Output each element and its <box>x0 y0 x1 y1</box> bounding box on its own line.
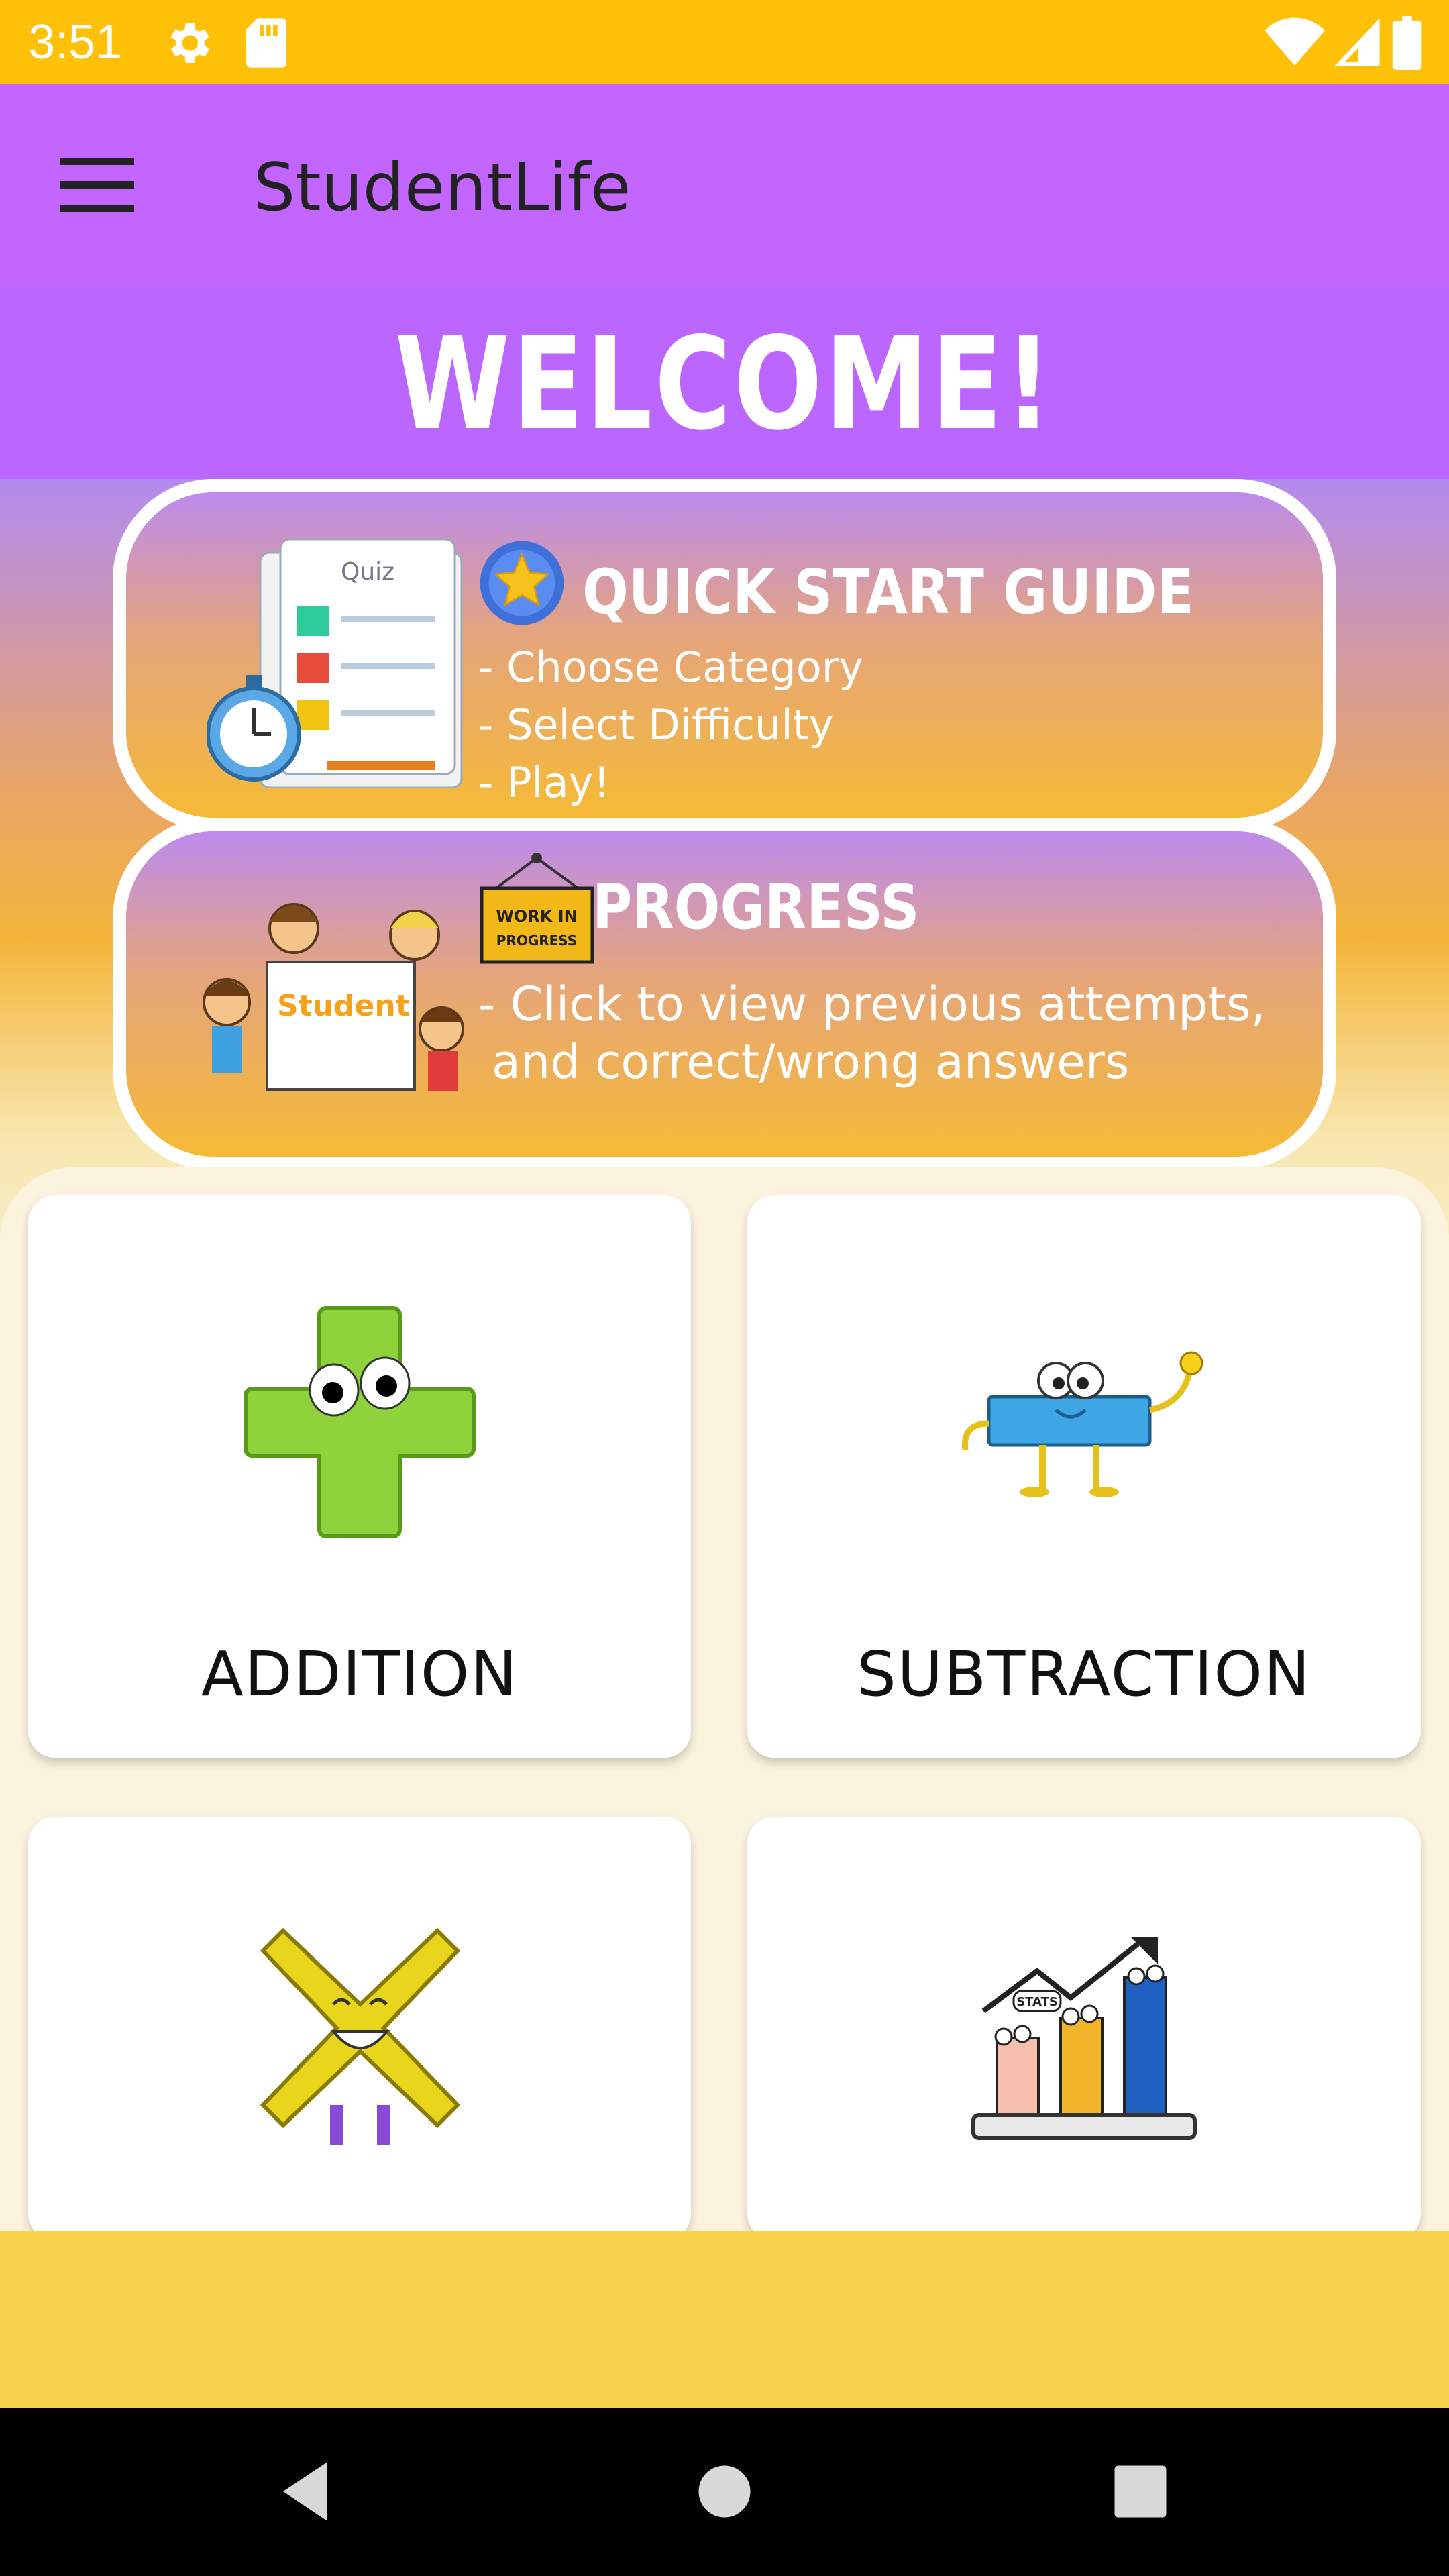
stats-tag: STATS <box>1016 1995 1058 2009</box>
app-bar: StudentLife <box>0 84 1449 283</box>
bottom-strip <box>0 2231 1449 2408</box>
svg-text:Student: Student <box>277 989 410 1023</box>
battery-icon <box>1392 16 1422 70</box>
work-in-progress-sign-icon: WORK IN PROGRESS <box>480 853 594 964</box>
stats-chart-icon: STATS <box>971 1937 1197 2140</box>
quick-start-step: - Choose Category <box>478 643 863 692</box>
progress-description: - Click to view previous attempts, and c… <box>478 975 1266 1091</box>
plus-character-icon <box>244 1306 476 1538</box>
hamburger-menu-icon[interactable] <box>60 154 134 215</box>
category-grid: ADDITION SUBTRACTION STATS <box>0 1167 1449 2241</box>
quick-start-step: - Select Difficulty <box>478 700 834 749</box>
svg-text:WORK IN: WORK IN <box>496 907 577 926</box>
kids-holding-sign-icon: Student <box>203 903 464 1091</box>
sd-card-icon <box>246 18 286 68</box>
quick-start-title: QUICK START GUIDE <box>582 556 1194 628</box>
app-title: StudentLife <box>254 150 631 226</box>
home-button[interactable] <box>688 2455 761 2528</box>
navigation-bar <box>0 2408 1449 2576</box>
quick-start-step: - Play! <box>478 758 610 807</box>
gear-icon <box>170 23 209 63</box>
svg-text:Quiz: Quiz <box>341 558 394 586</box>
progress-line: and correct/wrong answers <box>492 1034 1130 1089</box>
minus-character-icon <box>961 1351 1203 1497</box>
status-time: 3:51 <box>28 15 123 69</box>
addition-label: ADDITION <box>201 1638 519 1710</box>
progress-card[interactable]: Student WORK IN PROGRESS PROGRESS - Clic… <box>113 818 1336 1170</box>
wifi-icon <box>1265 17 1325 66</box>
star-icon <box>480 541 564 625</box>
back-button[interactable] <box>268 2455 342 2528</box>
subtraction-card[interactable]: SUBTRACTION <box>747 1195 1421 1758</box>
progress-title: PROGRESS <box>592 871 920 943</box>
addition-card[interactable]: ADDITION <box>28 1195 691 1758</box>
multiply-character-icon <box>260 1927 461 2145</box>
signal-icon <box>1335 18 1380 66</box>
quick-start-card[interactable]: Quiz QUICK START GUIDE - Choose Category… <box>113 479 1336 831</box>
quick-start-steps: - Choose Category - Select Difficulty - … <box>478 639 863 812</box>
svg-text:PROGRESS: PROGRESS <box>496 932 577 949</box>
stats-card[interactable]: STATS <box>747 1817 1421 2241</box>
recents-button[interactable] <box>1104 2455 1177 2528</box>
welcome-banner: WELCOME! <box>0 283 1449 479</box>
progress-line: - Click to view previous attempts, <box>478 977 1266 1032</box>
welcome-heading: WELCOME! <box>394 310 1055 458</box>
subtraction-label: SUBTRACTION <box>857 1638 1311 1710</box>
multiplication-card[interactable] <box>28 1817 691 2241</box>
status-bar: 3:51 <box>0 0 1449 84</box>
quiz-clipboard-icon: Quiz <box>207 538 463 788</box>
